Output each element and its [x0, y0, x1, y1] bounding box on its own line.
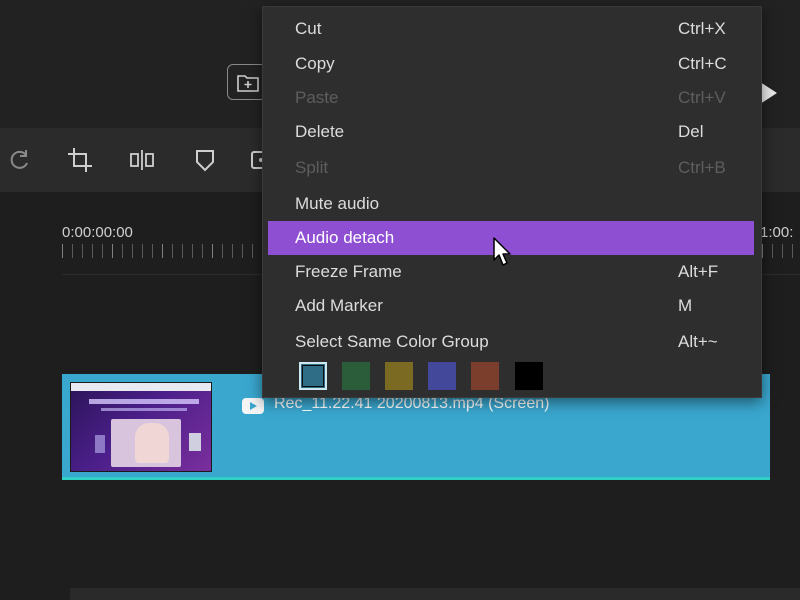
menu-item-shortcut: M — [678, 296, 693, 315]
timecode-start: 0:00:00:00 — [62, 224, 133, 241]
color-swatch-brown[interactable] — [471, 362, 499, 390]
timecode-end: 1:00: — [760, 224, 794, 241]
play-icon[interactable] — [760, 82, 777, 104]
import-button[interactable] — [227, 64, 267, 100]
menu-item-shortcut: Ctrl+V — [678, 88, 726, 107]
menu-item-shortcut: Ctrl+X — [678, 19, 726, 38]
marker-icon[interactable] — [191, 146, 219, 174]
menu-item-label: Copy — [295, 54, 335, 73]
menu-item-label: Freeze Frame — [295, 262, 402, 281]
menu-item-label: Cut — [295, 19, 322, 38]
context-menu: Cut Ctrl+X Copy Ctrl+C Paste Ctrl+V Dele… — [262, 6, 762, 398]
import-folder-icon — [237, 75, 259, 92]
menu-item-shortcut: Ctrl+B — [678, 158, 726, 177]
redo-icon[interactable] — [6, 146, 34, 174]
color-swatch-olive[interactable] — [385, 362, 413, 390]
menu-item-label: Mute audio — [295, 194, 380, 213]
color-swatch-indigo[interactable] — [428, 362, 456, 390]
menu-item-label: Split — [295, 158, 329, 177]
split-icon[interactable] — [128, 146, 156, 174]
menu-item-label: Paste — [295, 88, 339, 107]
menu-item-mute-audio[interactable]: Mute audio — [268, 187, 754, 221]
menu-item-label: Add Marker — [295, 296, 383, 315]
menu-item-label: Delete — [295, 122, 345, 141]
color-swatch-green[interactable] — [342, 362, 370, 390]
mouse-cursor-icon — [493, 237, 511, 266]
menu-item-select-same-color-group[interactable]: Select Same Color Group Alt+~ — [268, 325, 754, 359]
timeline-scrollbar[interactable] — [70, 588, 800, 600]
crop-icon[interactable] — [66, 146, 94, 174]
menu-item-copy[interactable]: Copy Ctrl+C — [268, 47, 754, 81]
menu-item-split: Split Ctrl+B — [268, 151, 754, 185]
menu-item-delete[interactable]: Delete Del — [268, 115, 754, 149]
video-clip-icon — [242, 398, 264, 414]
menu-item-shortcut: Ctrl+C — [678, 54, 727, 73]
menu-item-label: Select Same Color Group — [295, 332, 489, 351]
color-swatch-black[interactable] — [515, 362, 543, 390]
menu-item-cut[interactable]: Cut Ctrl+X — [268, 12, 754, 46]
menu-item-add-marker[interactable]: Add Marker M — [268, 289, 754, 323]
menu-item-shortcut: Alt+F — [678, 262, 719, 281]
menu-item-label: Audio detach — [295, 228, 395, 247]
clip-thumbnail — [70, 382, 212, 472]
menu-item-shortcut: Alt+~ — [678, 332, 718, 351]
menu-item-shortcut: Del — [678, 122, 704, 141]
menu-item-paste: Paste Ctrl+V — [268, 81, 754, 115]
color-swatch-blue[interactable] — [299, 362, 327, 390]
